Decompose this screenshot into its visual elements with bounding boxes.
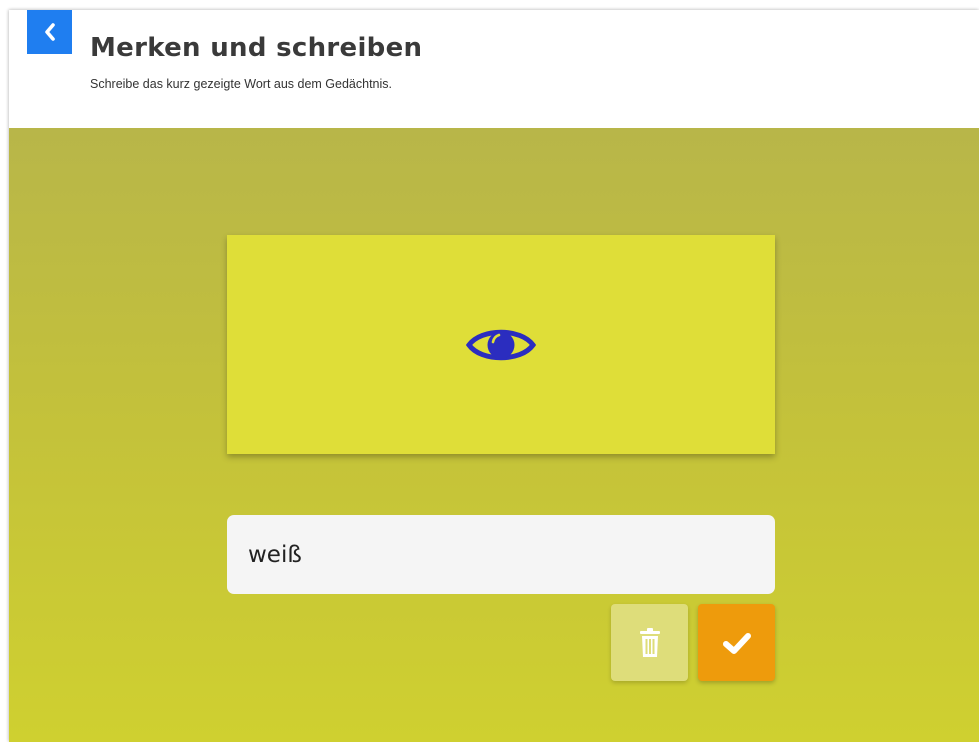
page-title: Merken und schreiben xyxy=(90,33,423,63)
checkmark-icon xyxy=(722,632,751,654)
eye-icon xyxy=(466,329,536,360)
chevron-left-icon xyxy=(44,23,55,41)
page-subtitle: Schreibe das kurz gezeigte Wort aus dem … xyxy=(90,77,393,91)
answer-input[interactable]: weiß xyxy=(227,515,775,594)
header: Merken und schreiben Schreibe das kurz g… xyxy=(9,10,979,128)
word-reveal-card[interactable] xyxy=(227,235,775,454)
answer-text: weiß xyxy=(248,541,302,568)
trash-icon xyxy=(639,627,660,657)
exercise-area: weiß xyxy=(9,128,979,742)
app-frame: Merken und schreiben Schreibe das kurz g… xyxy=(9,10,979,742)
back-button[interactable] xyxy=(27,10,72,54)
delete-button[interactable] xyxy=(611,604,688,681)
confirm-button[interactable] xyxy=(698,604,775,681)
